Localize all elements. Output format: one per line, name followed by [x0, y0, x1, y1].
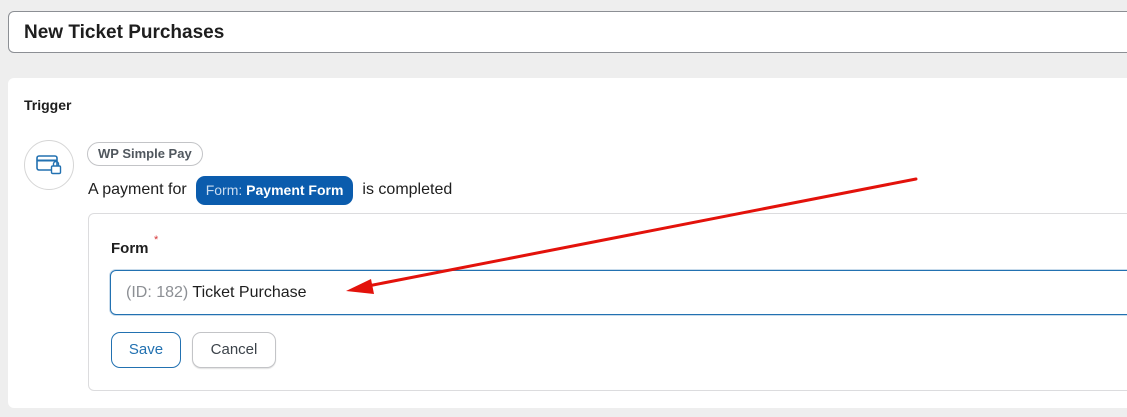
trigger-sentence: A payment for Form: Payment Form is comp…	[88, 175, 452, 205]
recipe-title[interactable]: New Ticket Purchases	[24, 22, 224, 44]
trigger-heading: Trigger	[24, 97, 72, 113]
form-field-label: Form	[111, 240, 149, 257]
form-id-prefix: (ID: 182)	[126, 284, 189, 301]
credit-card-lock-icon	[24, 140, 74, 190]
sentence-prefix: A payment for	[88, 181, 187, 198]
form-select-input[interactable]: (ID: 182) Ticket Purchase	[110, 270, 1127, 315]
required-marker: *	[154, 234, 159, 246]
trigger-card: Trigger WP Simple Pay A payment for Form…	[8, 78, 1127, 408]
save-button[interactable]: Save	[111, 332, 181, 368]
trigger-options-panel: Form * (ID: 182) Ticket Purchase Save Ca…	[88, 213, 1127, 391]
integration-badge: WP Simple Pay	[87, 142, 203, 166]
form-name-value: Ticket Purchase	[192, 284, 307, 301]
recipe-title-field[interactable]: New Ticket Purchases	[8, 11, 1127, 53]
token-value: Payment Form	[246, 181, 344, 198]
cancel-button[interactable]: Cancel	[192, 332, 276, 368]
form-token-button[interactable]: Form: Payment Form	[195, 175, 354, 205]
sentence-suffix: is completed	[362, 181, 453, 198]
token-key: Form:	[205, 181, 243, 198]
